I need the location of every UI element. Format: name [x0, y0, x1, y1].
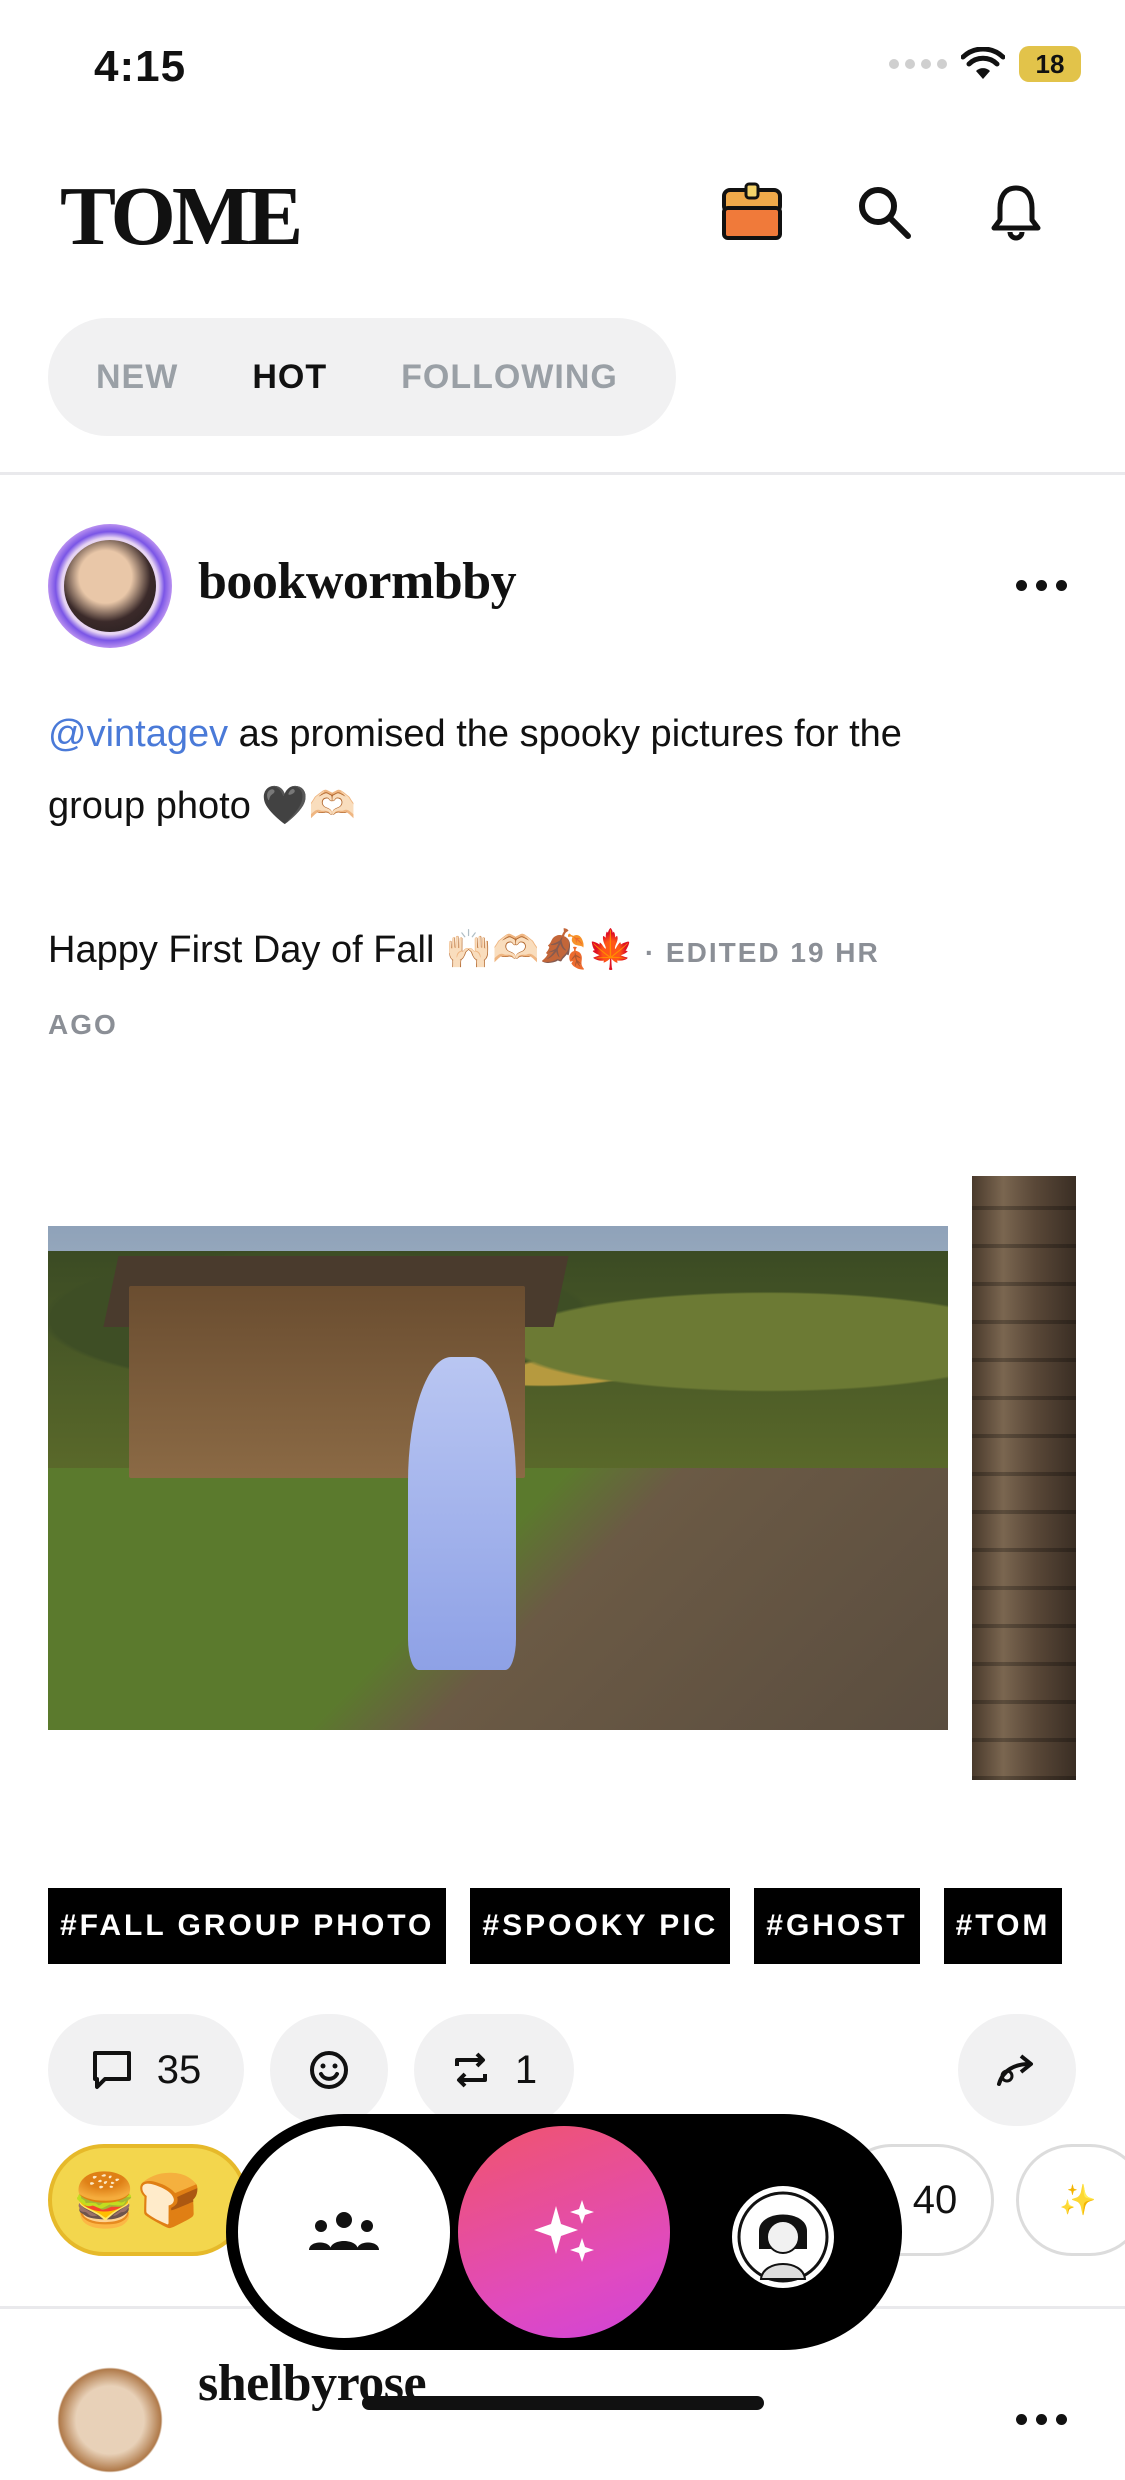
sparkle-emoji: ✨: [1059, 2183, 1097, 2217]
search-button[interactable]: [844, 172, 924, 252]
post-photo-next[interactable]: [972, 1176, 1076, 1780]
more-options-icon[interactable]: [1016, 580, 1067, 591]
treasure-chest-button[interactable]: [712, 172, 792, 252]
post-line-2: group photo 🖤🫶🏻: [48, 785, 357, 827]
edited-label: · EDITED 19 HR: [644, 937, 880, 968]
reaction-chip[interactable]: 🍔🍞: [48, 2144, 248, 2256]
create-post-button[interactable]: [458, 2126, 670, 2338]
profile-avatar-button[interactable]: [732, 2186, 834, 2288]
comment-icon: [92, 2051, 131, 2089]
avatar-image: [64, 540, 156, 632]
share-button[interactable]: [958, 2014, 1076, 2126]
ghost-figure: [408, 1357, 516, 1670]
repost-button[interactable]: 1: [414, 2014, 574, 2126]
sparkles-icon: [534, 2200, 594, 2262]
battery-indicator: 18: [1019, 46, 1081, 82]
tag-list: #FALL GROUP PHOTO #SPOOKY PIC #GHOST #TO…: [48, 1888, 1078, 1964]
post-line-1: @vintagev as promised the spooky picture…: [48, 698, 1078, 770]
home-indicator: [362, 2396, 764, 2410]
header-divider: [0, 472, 1125, 475]
bell-icon: [991, 185, 1041, 241]
status-icons: 18: [889, 46, 1081, 82]
smiley-icon: [310, 2051, 348, 2089]
feed-tabs: NEW HOT FOLLOWING: [48, 318, 676, 436]
reaction-emojis: 🍔🍞: [72, 2171, 202, 2230]
comments-count: 35: [156, 2047, 202, 2092]
tag-chip[interactable]: #FALL GROUP PHOTO: [48, 1888, 447, 1964]
treasure-chest-icon: [722, 182, 782, 240]
repost-count: 1: [514, 2047, 538, 2092]
repost-icon: [454, 2052, 487, 2088]
post-line-3: Happy First Day of Fall 🙌🏻🫶🏻🍂🍁 · EDITED …: [48, 914, 1078, 989]
post-text-3: Happy First Day of Fall 🙌🏻🫶🏻🍂🍁: [48, 929, 635, 971]
tag-chip[interactable]: #GHOST: [754, 1888, 920, 1964]
next-post-more-icon[interactable]: [1016, 2414, 1067, 2425]
profile-avatar-icon: [737, 2191, 829, 2283]
react-button[interactable]: [270, 2014, 388, 2126]
people-icon: [309, 2212, 379, 2250]
post-photo-ghost[interactable]: [48, 1226, 948, 1730]
tag-chip[interactable]: #SPOOKY PIC: [470, 1888, 731, 1964]
reaction-chip-partial[interactable]: ✨: [1016, 2144, 1125, 2256]
next-post-avatar[interactable]: [50, 2360, 170, 2480]
tab-following[interactable]: FOLLOWING: [401, 358, 618, 397]
share-arrow-icon: [997, 2054, 1033, 2086]
notifications-button[interactable]: [976, 172, 1056, 252]
reaction-count: 40: [912, 2177, 958, 2222]
cellular-signal-icon: [889, 59, 947, 69]
edited-ago: AGO: [48, 1009, 118, 1040]
status-time: 4:15: [94, 42, 187, 91]
tab-new[interactable]: NEW: [96, 358, 178, 397]
tab-hot[interactable]: HOT: [252, 358, 327, 397]
mention-link[interactable]: @vintagev: [48, 713, 228, 755]
comments-button[interactable]: 35: [48, 2014, 244, 2126]
app-logo: TOME: [60, 170, 303, 263]
community-button[interactable]: [238, 2126, 450, 2338]
tag-chip[interactable]: #TOM: [943, 1888, 1063, 1964]
post-body: @vintagev as promised the spooky picture…: [48, 698, 1078, 1061]
post-text-1: as promised the spooky pictures for the: [228, 713, 902, 755]
search-icon: [859, 187, 911, 239]
wifi-icon: [961, 47, 1005, 79]
avatar[interactable]: [48, 524, 172, 648]
post-username[interactable]: bookwormbby: [198, 552, 517, 611]
